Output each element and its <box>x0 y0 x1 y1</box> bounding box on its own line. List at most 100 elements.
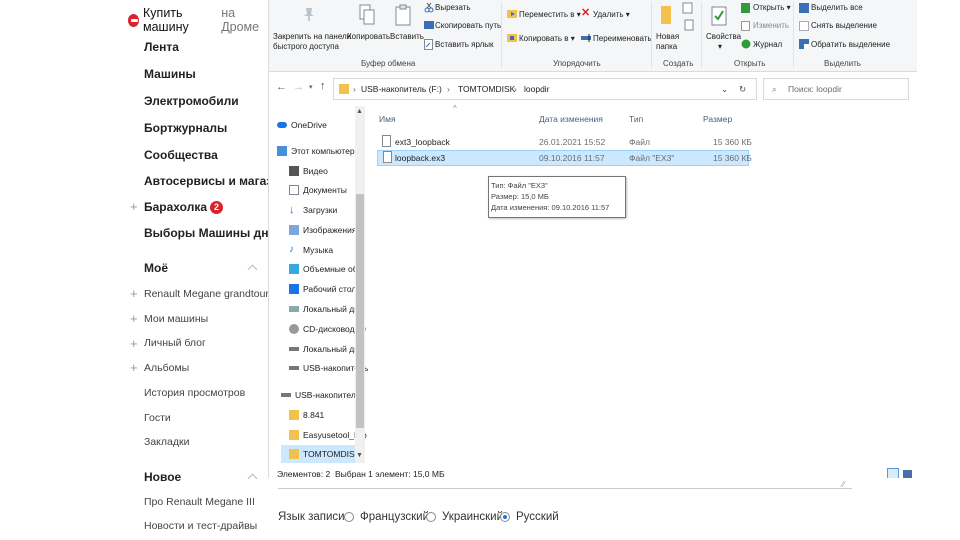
copy-button[interactable]: Копировать <box>347 32 390 42</box>
expand-plus-icon[interactable]: + <box>130 199 138 214</box>
scroll-up-icon[interactable]: ▲ <box>356 108 363 115</box>
move-to-icon <box>507 10 517 18</box>
music-note-icon: ♪ <box>289 244 294 255</box>
cd-drive-icon <box>289 324 299 334</box>
nav-this-pc[interactable]: Этот компьютер <box>277 142 367 160</box>
my-item-albums[interactable]: Альбомы <box>144 362 189 374</box>
invert-selection-icon <box>799 39 809 49</box>
column-header-name[interactable]: Имя <box>379 114 396 124</box>
file-size: 15 360 КБ <box>713 153 752 163</box>
site-logo[interactable]: Купить машину на Дроме <box>128 6 268 34</box>
nav-label: 8.841 <box>303 410 325 420</box>
nav-folder-tomtomdisk[interactable]: TOMTOMDISK <box>281 445 363 463</box>
search-box[interactable]: ⌕ Поиск: loopdir <box>763 78 909 100</box>
language-label: Язык записи <box>278 511 345 523</box>
nav-item-baraholka[interactable]: Барахолка 2 <box>144 200 224 214</box>
notification-badge: 2 <box>210 201 224 214</box>
expand-plus-icon[interactable]: + <box>130 336 138 351</box>
back-arrow-icon[interactable]: ← <box>276 81 287 93</box>
crumb-tomtomdisk[interactable]: TOMTOMDISK <box>458 84 515 94</box>
column-header-size[interactable]: Размер <box>703 114 732 124</box>
nav-item-mashiny[interactable]: Машины <box>144 67 196 81</box>
edit-button[interactable]: Изменить <box>753 21 789 31</box>
pin-quick-access-button[interactable]: Закрепить на панели быстрого доступа <box>273 32 351 52</box>
rename-icon <box>581 34 591 42</box>
column-header-type[interactable]: Тип <box>629 114 643 124</box>
ribbon-divider <box>501 2 502 68</box>
paste-icon <box>395 4 411 26</box>
file-row[interactable]: ext3_loopback 26.01.2021 15:52 Файл 15 3… <box>377 134 752 150</box>
forward-arrow-icon[interactable]: → <box>293 81 304 93</box>
section-new[interactable]: Новое <box>144 470 181 484</box>
radio-ukrainian[interactable]: Украинский <box>426 511 503 523</box>
copy-to-icon <box>507 34 517 42</box>
delete-button[interactable]: Удалить ▾ <box>593 10 630 20</box>
my-item-bookmarks[interactable]: Закладки <box>144 436 189 448</box>
open-button[interactable]: Открыть ▾ <box>753 3 791 13</box>
paste-shortcut-button[interactable]: Вставить ярлык <box>435 40 494 50</box>
section-my[interactable]: Моё <box>144 261 168 275</box>
address-box[interactable]: › USB-накопитель (F:) › TOMTOMDISK › loo… <box>333 78 757 100</box>
file-size: 15 360 КБ <box>713 137 752 147</box>
new-item-megane[interactable]: Про Renault Megane III <box>144 496 255 508</box>
my-item-guests[interactable]: Гости <box>144 412 171 424</box>
select-all-button[interactable]: Выделить все <box>811 3 863 13</box>
copy-to-button[interactable]: Копировать в ▾ <box>519 34 575 44</box>
up-arrow-icon[interactable]: ↑ <box>320 80 326 92</box>
scrollbar-thumb[interactable] <box>356 194 364 428</box>
my-item-blog[interactable]: Личный блог <box>144 337 206 349</box>
my-item-cars[interactable]: Мои машины <box>144 313 208 325</box>
ribbon: Закрепить на панели быстрого доступа Коп… <box>269 0 917 72</box>
my-item-history[interactable]: История просмотров <box>144 387 245 399</box>
rename-button[interactable]: Переименовать <box>593 34 652 44</box>
cube-icon <box>289 264 299 274</box>
pin-icon <box>304 8 314 21</box>
group-create-label: Создать <box>663 59 694 68</box>
crumb-usb[interactable]: USB-накопитель (F:) <box>361 84 442 94</box>
nav-label: Загрузки <box>303 205 338 215</box>
file-row-selected[interactable]: loopback.ex3 09.10.2016 11:57 Файл "EX3"… <box>377 150 752 166</box>
recent-dropdown-icon[interactable]: ▾ <box>309 83 313 91</box>
new-folder-button[interactable]: Новая папка <box>656 32 679 52</box>
nav-label: OneDrive <box>291 120 327 130</box>
expand-plus-icon[interactable]: + <box>130 286 138 301</box>
column-header-date[interactable]: Дата изменения <box>539 114 603 124</box>
address-dropdown-icon[interactable]: ⌄ <box>721 84 728 95</box>
invert-selection-button[interactable]: Обратить выделение <box>811 40 890 50</box>
drive-icon <box>289 347 299 351</box>
copy-path-button[interactable]: Скопировать путь <box>435 21 501 31</box>
nav-onedrive[interactable]: OneDrive <box>277 116 367 134</box>
collapse-caret-icon[interactable] <box>247 264 258 275</box>
history-button[interactable]: Журнал <box>753 40 782 50</box>
nav-label: Документы <box>303 185 347 195</box>
search-icon: ⌕ <box>772 84 777 94</box>
nav-item-communities[interactable]: Сообщества <box>144 148 218 162</box>
ribbon-divider <box>651 2 652 68</box>
move-to-button[interactable]: Переместить в ▾ <box>519 10 581 20</box>
nav-item-lenta[interactable]: Лента <box>144 40 179 54</box>
my-item-car[interactable]: Renault Megane grandtour <box>144 288 269 300</box>
vybory-label: Выборы Машины дня <box>144 226 276 240</box>
nav-item-electro[interactable]: Электромобили <box>144 94 239 108</box>
nav-scrollbar[interactable]: ▲ ▼ <box>355 106 365 463</box>
refresh-icon[interactable]: ↻ <box>739 84 746 95</box>
new-item-news[interactable]: Новости и тест-драйвы <box>144 520 257 532</box>
resize-handle-icon[interactable]: ⁄⁄ <box>842 480 845 489</box>
radio-french[interactable]: Французский <box>344 511 429 523</box>
nav-item-vybory[interactable]: Выборы Машины дня <box>144 226 286 240</box>
large-icons-view-icon[interactable] <box>903 470 912 478</box>
nav-item-logbooks[interactable]: Бортжурналы <box>144 121 227 135</box>
radio-circle <box>344 512 354 522</box>
properties-dropdown-icon[interactable]: ▾ <box>718 42 722 52</box>
video-icon <box>289 166 299 176</box>
select-none-button[interactable]: Снять выделение <box>811 21 877 31</box>
paste-button[interactable]: Вставить <box>390 32 424 42</box>
cut-button[interactable]: Вырезать <box>435 3 471 13</box>
crumb-loopdir[interactable]: loopdir <box>524 84 550 94</box>
properties-button[interactable]: Свойства <box>706 32 741 42</box>
collapse-caret-icon[interactable] <box>247 473 258 484</box>
expand-plus-icon[interactable]: + <box>130 360 138 375</box>
expand-plus-icon[interactable]: + <box>130 311 138 326</box>
scroll-down-icon[interactable]: ▼ <box>356 452 363 459</box>
radio-russian[interactable]: Русский <box>500 511 559 523</box>
